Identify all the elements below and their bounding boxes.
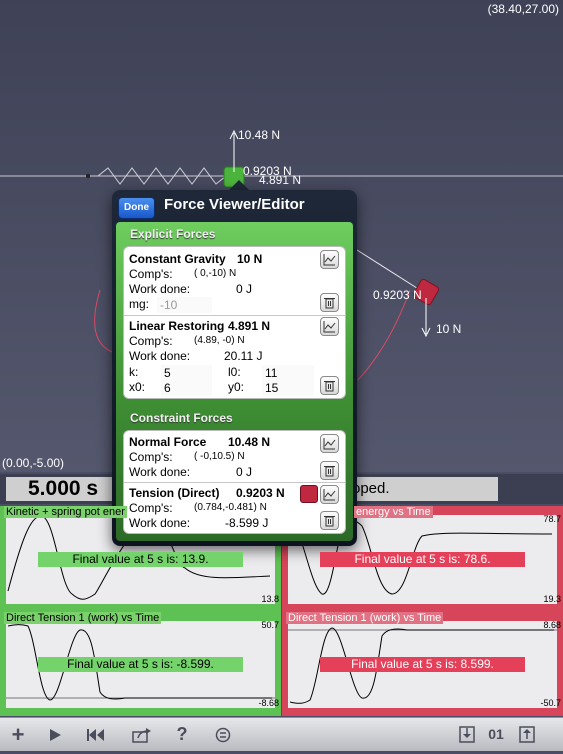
divider — [124, 482, 345, 483]
explicit-forces-card: Constant Gravity 10 N Comp's: ( 0,-10) N… — [123, 246, 346, 399]
graph-title: Direct Tension 1 (work) vs Time — [4, 612, 162, 624]
restoring-magnitude: 4.891 N — [228, 319, 271, 333]
gravity-comps: ( 0,-10) N — [194, 268, 237, 279]
chart-icon — [323, 438, 336, 450]
delete-button[interactable] — [320, 461, 339, 480]
x0-field[interactable]: 6 — [161, 380, 212, 396]
trash-icon — [324, 516, 335, 527]
frame-counter[interactable]: 01 — [484, 718, 508, 751]
chart-icon — [323, 489, 336, 501]
status-message: oped. — [350, 477, 498, 501]
plus-icon[interactable]: + — [5, 718, 31, 751]
popover-content[interactable]: Explicit Forces Constant Gravity 10 N Co… — [116, 222, 353, 541]
graph-final-value: Final value at 5 s is: -8.599. — [38, 657, 243, 672]
graph-max: 50.7 — [261, 620, 279, 630]
chart-icon — [323, 254, 336, 266]
restoring-comps-label: Comp's: — [129, 334, 173, 348]
delete-button[interactable] — [320, 511, 339, 530]
l0-label: l0: — [228, 365, 241, 379]
trash-icon — [324, 381, 335, 392]
graph-button[interactable] — [320, 317, 339, 336]
tension-work-label: Work done: — [129, 516, 191, 530]
graph-title: energy vs Time — [354, 506, 433, 518]
download-icon[interactable] — [456, 718, 478, 751]
tension-magnitude: 0.9203 N — [236, 486, 285, 500]
time-display: 5.000 s — [6, 477, 118, 501]
y0-label: y0: — [228, 380, 245, 394]
gravity-work-label: Work done: — [129, 282, 191, 296]
mg-field[interactable]: -10 — [157, 297, 212, 313]
tension-name: Tension (Direct) — [129, 486, 220, 500]
delete-button[interactable] — [320, 293, 339, 312]
upload-icon[interactable] — [516, 718, 538, 751]
normal-comps-label: Comp's: — [129, 450, 173, 464]
constraint-forces-card: Normal Force 10.48 N Comp's: ( -0,10.5) … — [123, 430, 346, 534]
graph-final-value: Final value at 5 s is: 8.599. — [320, 657, 525, 672]
normal-work: 0 J — [236, 465, 253, 479]
graph-panel-4[interactable]: Direct Tension 1 (work) vs Time Final va… — [282, 612, 563, 716]
normal-work-label: Work done: — [129, 465, 191, 479]
graph-max: 8.68 — [543, 620, 561, 630]
menu-icon[interactable] — [212, 718, 234, 751]
x0-label: x0: — [129, 380, 146, 394]
rewind-icon[interactable] — [84, 718, 108, 751]
graph-title: Kinetic + spring pot ener — [4, 506, 127, 518]
gravity-name: Constant Gravity — [129, 252, 226, 266]
trash-icon — [324, 466, 335, 477]
spring-force-label: 4.891 N — [259, 173, 302, 187]
trajectory-left — [94, 289, 113, 353]
gravity-comps-label: Comp's: — [129, 267, 173, 281]
tension-line — [356, 249, 421, 291]
graph-button[interactable] — [320, 485, 339, 504]
spring-anchor — [86, 174, 90, 178]
tension-color-swatch[interactable] — [300, 485, 318, 503]
bottom-toolbar: + ? 01 — [0, 717, 563, 751]
gravity-mg-label: mg: — [129, 297, 150, 311]
gravity-magnitude: 10 N — [237, 252, 263, 266]
restoring-name: Linear Restoring — [129, 319, 225, 333]
explicit-forces-header: Explicit Forces — [130, 227, 216, 241]
restoring-comps: (4.89, -0) N — [194, 335, 245, 346]
restoring-work: 20.11 J — [224, 349, 263, 363]
tension-force-label-right: 0.9203 N — [373, 288, 422, 302]
chart-icon — [323, 321, 336, 333]
force-viewer-popover: Done Force Viewer/Editor Explicit Forces… — [112, 190, 357, 546]
gravity-force-label: 10 N — [436, 322, 462, 336]
help-icon[interactable]: ? — [172, 718, 192, 751]
done-button[interactable]: Done — [118, 197, 155, 219]
divider — [124, 315, 345, 316]
normal-force-label: 10.48 N — [238, 128, 281, 142]
restoring-work-label: Work done: — [129, 349, 191, 363]
play-icon[interactable] — [44, 718, 66, 751]
graph-final-value: Final value at 5 s is: 13.9. — [38, 552, 243, 567]
trajectory-right — [357, 289, 411, 381]
k-label: k: — [129, 365, 139, 379]
constraint-forces-header: Constraint Forces — [130, 411, 233, 425]
tension-work: -8.599 J — [225, 516, 269, 530]
graph-min: -50.7 — [540, 698, 561, 708]
l0-field[interactable]: 11 — [262, 365, 314, 381]
graph-button[interactable] — [320, 250, 339, 269]
normal-comps: ( -0,10.5) N — [194, 451, 245, 462]
graph-min: 19.3 — [543, 594, 561, 604]
popover-title: Force Viewer/Editor — [164, 196, 305, 213]
tension-comps-label: Comp's: — [129, 501, 173, 515]
graph-final-value: Final value at 5 s is: 78.6. — [320, 552, 525, 567]
graph-title: Direct Tension 1 (work) vs Time — [286, 612, 444, 624]
graph-min: 13.8 — [261, 594, 279, 604]
graph-min: -8.68 — [258, 698, 279, 708]
share-icon[interactable] — [130, 718, 154, 751]
delete-button[interactable] — [320, 376, 339, 395]
gravity-work: 0 J — [236, 282, 253, 296]
normal-magnitude: 10.48 N — [228, 435, 271, 449]
graph-panel-3[interactable]: Direct Tension 1 (work) vs Time Final va… — [0, 612, 281, 716]
normal-name: Normal Force — [129, 435, 207, 449]
y0-field[interactable]: 15 — [262, 380, 314, 396]
trash-icon — [324, 298, 335, 309]
graph-max: 78.7 — [543, 514, 561, 524]
k-field[interactable]: 5 — [161, 365, 212, 381]
tension-comps: (0.784,-0.481) N — [194, 502, 267, 513]
graph-button[interactable] — [320, 434, 339, 453]
